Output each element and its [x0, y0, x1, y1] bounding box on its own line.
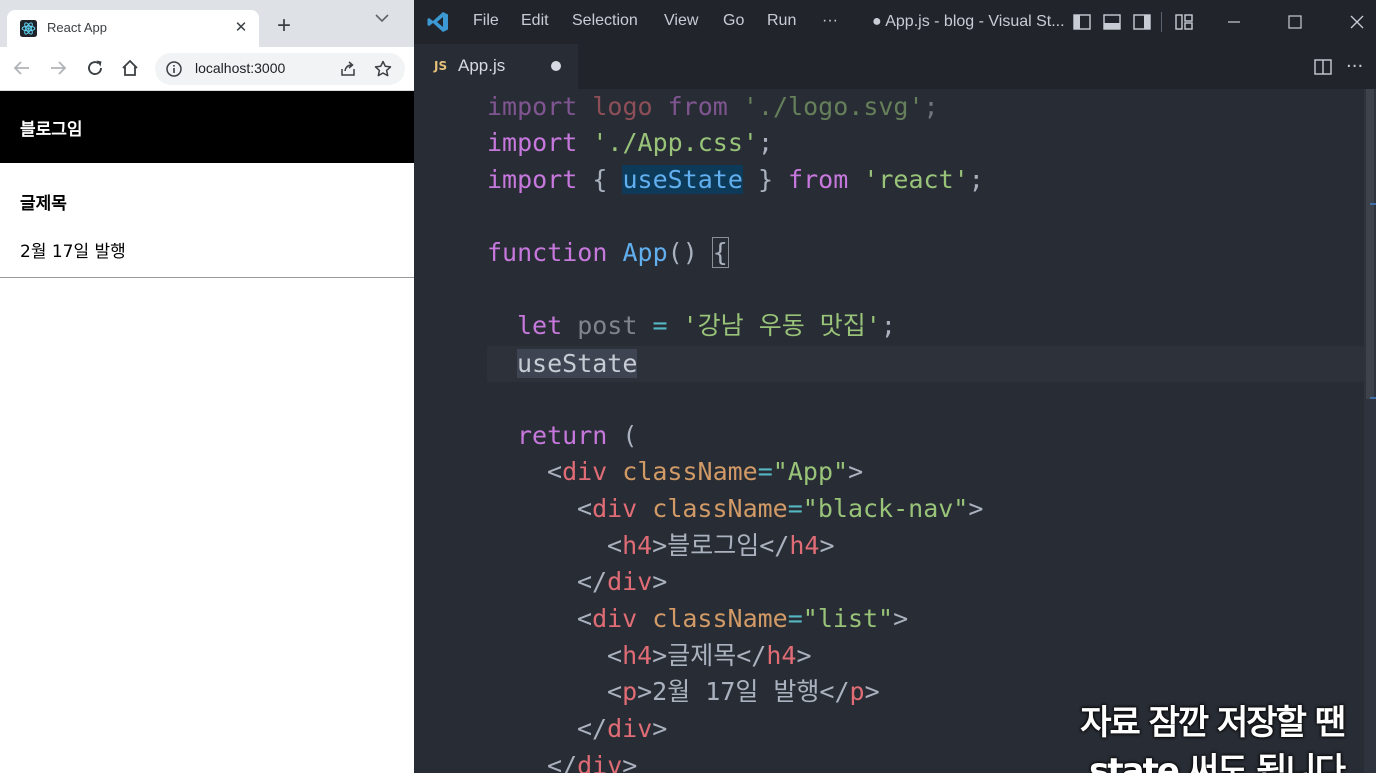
post-title: 글제목 [20, 194, 67, 214]
info-icon[interactable] [165, 60, 183, 78]
menu-edit[interactable]: Edit [521, 12, 549, 30]
tab-strip: React App ✕ + [0, 0, 414, 47]
vscode-window: File Edit Selection View Go Run ··· ● Ap… [414, 0, 1376, 773]
title-bar: File Edit Selection View Go Run ··· ● Ap… [414, 0, 1376, 44]
reload-icon[interactable] [84, 57, 106, 79]
code-line-10: return ( [517, 421, 638, 450]
code-line-18: </div> [577, 714, 668, 743]
browser-window: React App ✕ + localhost:3000 블로그임 글제목 2월… [0, 0, 414, 773]
js-file-icon: JS [434, 59, 448, 73]
menu-selection[interactable]: Selection [572, 12, 638, 30]
maximize-icon[interactable] [1285, 12, 1305, 32]
code-line-15: <div className="list"> [577, 604, 909, 633]
customize-layout-icon[interactable] [1174, 12, 1194, 32]
code-line-13: <h4>블로그임</h4> [607, 531, 835, 560]
arrow-right-icon[interactable] [47, 57, 69, 79]
share-icon[interactable] [338, 59, 358, 79]
editor-tabs-bar: JS App.js ··· [414, 44, 1376, 89]
browser-toolbar: localhost:3000 [0, 47, 414, 91]
scrollbar-thumb[interactable] [1366, 89, 1374, 399]
star-icon[interactable] [373, 59, 393, 79]
plus-icon[interactable]: + [272, 14, 296, 38]
url-text: localhost:3000 [195, 60, 286, 76]
menu-more[interactable]: ··· [822, 12, 838, 30]
address-bar[interactable]: localhost:3000 [155, 53, 405, 85]
toggle-panel-icon[interactable] [1102, 12, 1122, 32]
menu-file[interactable]: File [473, 12, 499, 30]
code-line-12: <div className="black-nav"> [577, 494, 984, 523]
home-icon[interactable] [119, 57, 141, 79]
more-actions-icon[interactable]: ··· [1346, 56, 1363, 77]
rendered-page: 블로그임 글제목 2월 17일 발행 [0, 91, 414, 773]
post-list-item: 글제목 2월 17일 발행 [0, 163, 414, 278]
toggle-secondary-sidebar-icon[interactable] [1132, 12, 1152, 32]
video-caption: 자료 잠깐 저장할 땐 state 써도 됩니다 [974, 699, 1346, 773]
toggle-primary-sidebar-icon[interactable] [1072, 12, 1092, 32]
menu-view[interactable]: View [664, 12, 698, 30]
tab-title: React App [47, 20, 107, 35]
tab-filename: App.js [458, 56, 506, 75]
code-line-5: function App() { [487, 237, 729, 268]
code-line-1: import logo from './logo.svg'; [487, 92, 939, 121]
nav-title: 블로그임 [20, 120, 83, 140]
code-line-7: let post = '강남 우동 맛집'; [517, 311, 896, 340]
post-date: 2월 17일 발행 [20, 242, 126, 262]
layout-divider [1161, 12, 1162, 32]
browser-tab[interactable]: React App ✕ [7, 10, 259, 47]
menu-go[interactable]: Go [723, 12, 744, 30]
window-title: ● App.js - blog - Visual St... [872, 13, 1065, 30]
vscode-logo-icon [427, 12, 448, 32]
close-icon[interactable]: ✕ [232, 18, 250, 36]
caption-line-2: state 써도 됩니다 [1089, 751, 1346, 773]
caption-line-1: 자료 잠깐 저장할 땐 [1080, 703, 1346, 743]
black-nav: 블로그임 [0, 91, 414, 163]
code-line-14: </div> [577, 567, 668, 596]
overview-ruler-mark [1370, 203, 1376, 205]
code-line-11: <div className="App"> [547, 457, 864, 486]
minimize-icon[interactable] [1224, 12, 1244, 32]
arrow-left-icon[interactable] [11, 57, 33, 79]
react-icon [20, 20, 37, 37]
unsaved-dot-icon[interactable] [551, 61, 561, 71]
overview-ruler-mark [1370, 397, 1376, 399]
code-line-3: import { useState } from 'react'; [487, 165, 984, 194]
menu-run[interactable]: Run [767, 12, 796, 30]
code-line-16: <h4>글제목</h4> [607, 641, 812, 670]
code-line-17: <p>2월 17일 발행</p> [607, 677, 880, 706]
code-line-2: import './App.css'; [487, 128, 774, 157]
split-editor-icon[interactable] [1313, 57, 1333, 77]
code-line-8: useState [517, 349, 638, 378]
chevron-down-icon[interactable] [372, 8, 392, 28]
code-editor[interactable]: import logo from './logo.svg'; import '.… [414, 89, 1376, 773]
close-window-icon[interactable] [1347, 12, 1367, 32]
editor-tab-app-js[interactable]: JS App.js [414, 44, 578, 89]
code-line-19: </div> [547, 751, 638, 773]
